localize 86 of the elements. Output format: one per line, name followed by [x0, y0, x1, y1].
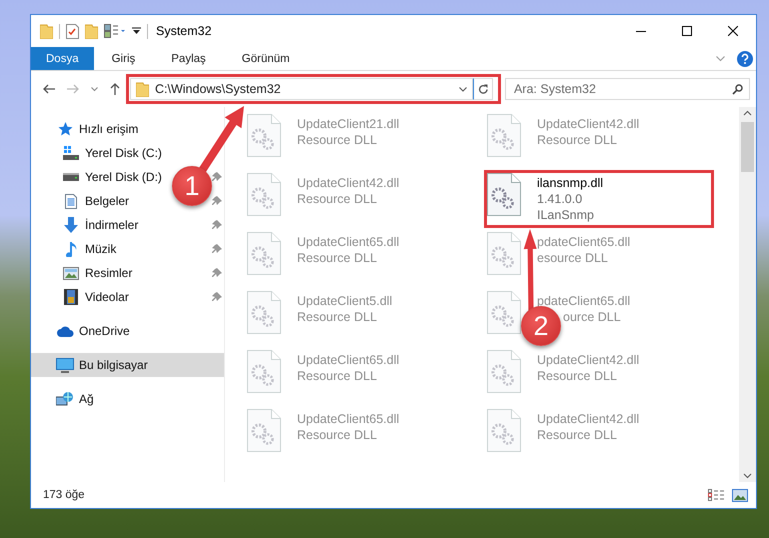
properties-check-icon[interactable] [66, 24, 79, 38]
dll-file-icon[interactable] [247, 409, 281, 452]
window-title: System32 [156, 24, 212, 38]
dll-file-icon[interactable] [487, 232, 521, 275]
dll-file-icon[interactable] [247, 232, 281, 275]
callout-arrow [198, 106, 244, 174]
file-detail: Resource DLL [297, 368, 377, 384]
large-icons-view-icon[interactable] [732, 488, 748, 502]
nav-item[interactable]: Hızlı erişim [55, 117, 138, 141]
dll-file-icon[interactable] [247, 173, 281, 216]
file-menu-tab[interactable]: Dosya [31, 47, 94, 70]
pin-icon[interactable] [212, 244, 222, 254]
file-detail: 1.41.0.0 [537, 191, 582, 207]
help-icon[interactable] [737, 50, 753, 66]
monitor-icon [56, 358, 74, 372]
music-note-icon [65, 241, 77, 257]
forward-arrow-icon [67, 84, 79, 94]
new-folder-icon[interactable] [85, 24, 98, 38]
refresh-button[interactable] [473, 78, 493, 100]
film-icon [64, 289, 78, 305]
pin-icon[interactable] [212, 172, 222, 182]
file-detail: Resource DLL [537, 132, 617, 148]
search-field[interactable]: Ara: System32 [504, 78, 750, 100]
maximize-icon [682, 26, 692, 36]
nav-item[interactable]: Ağ [55, 387, 94, 411]
file-detail: Resource DLL [537, 427, 617, 443]
pin-icon[interactable] [212, 220, 222, 230]
close-icon [728, 26, 738, 36]
dll-file-icon[interactable] [247, 291, 281, 334]
up-arrow-icon [110, 83, 120, 95]
chevron-down-icon[interactable] [459, 86, 468, 92]
nav-item[interactable]: Müzik [61, 237, 116, 261]
cloud-icon [56, 326, 74, 336]
folder-icon [40, 24, 53, 38]
dll-file-icon[interactable] [487, 173, 521, 216]
dll-file-icon[interactable] [487, 114, 521, 157]
refresh-icon [478, 84, 489, 94]
nav-item[interactable]: OneDrive [55, 319, 130, 343]
file-detail: esource DLL [537, 250, 608, 266]
network-globe-icon [56, 391, 74, 407]
minimize-icon [636, 30, 646, 32]
folder-icon [136, 82, 149, 96]
details-view-icon[interactable] [708, 489, 724, 501]
nav-item[interactable]: İndirmeler [61, 213, 138, 237]
address-field[interactable]: C:\Windows\System32 [130, 78, 474, 100]
file-detail: Resource DLL [297, 250, 377, 266]
file-detail: ILanSnmp [537, 207, 594, 223]
nav-item[interactable]: Resimler [61, 261, 132, 285]
back-arrow-icon [43, 84, 55, 94]
picture-icon [63, 266, 79, 280]
vertical-scrollbar[interactable] [739, 107, 756, 482]
search-icon [732, 84, 743, 94]
drive-icon [63, 173, 79, 181]
chevron-down-icon [91, 86, 98, 92]
pin-icon[interactable] [212, 268, 222, 278]
nav-item[interactable]: Yerel Disk (C:) [61, 141, 162, 165]
nav-item[interactable]: Bu bilgisayar [31, 353, 224, 377]
nav-item[interactable]: Yerel Disk (D:) [61, 165, 162, 189]
dll-file-icon[interactable] [487, 409, 521, 452]
download-arrow-icon [63, 217, 79, 233]
nav-item[interactable]: Videolar [61, 285, 129, 309]
dll-file-icon[interactable] [247, 114, 281, 157]
ribbon-tab[interactable]: Paylaş [153, 47, 224, 70]
file-name[interactable]: ilansnmp.dll [537, 175, 604, 191]
document-icon [65, 194, 77, 208]
drive-icon [63, 146, 79, 160]
dll-file-icon[interactable] [247, 350, 281, 393]
expand-ribbon-icon[interactable] [716, 56, 725, 62]
file-detail: Resource DLL [537, 368, 617, 384]
file-detail: Resource DLL [297, 132, 377, 148]
ribbon-tab[interactable]: Giriş [94, 47, 154, 70]
file-detail: Resource DLL [297, 427, 377, 443]
file-detail: Resource DLL [297, 309, 377, 325]
dll-file-icon[interactable] [487, 350, 521, 393]
pin-icon[interactable] [212, 196, 222, 206]
file-detail: Resource DLL [297, 191, 377, 207]
customize-dropdown-icon[interactable] [132, 27, 141, 35]
scrollbar-thumb[interactable] [741, 122, 754, 172]
pin-icon[interactable] [212, 292, 222, 302]
dll-file-icon[interactable] [487, 291, 521, 334]
item-count: 173 öğe [43, 489, 85, 501]
file-detail: ource DLL [563, 309, 621, 325]
star-icon [58, 122, 72, 136]
ribbon-tab[interactable]: Görünüm [224, 47, 308, 70]
view-options-icon[interactable] [104, 24, 126, 38]
nav-item[interactable]: Belgeler [61, 189, 130, 213]
